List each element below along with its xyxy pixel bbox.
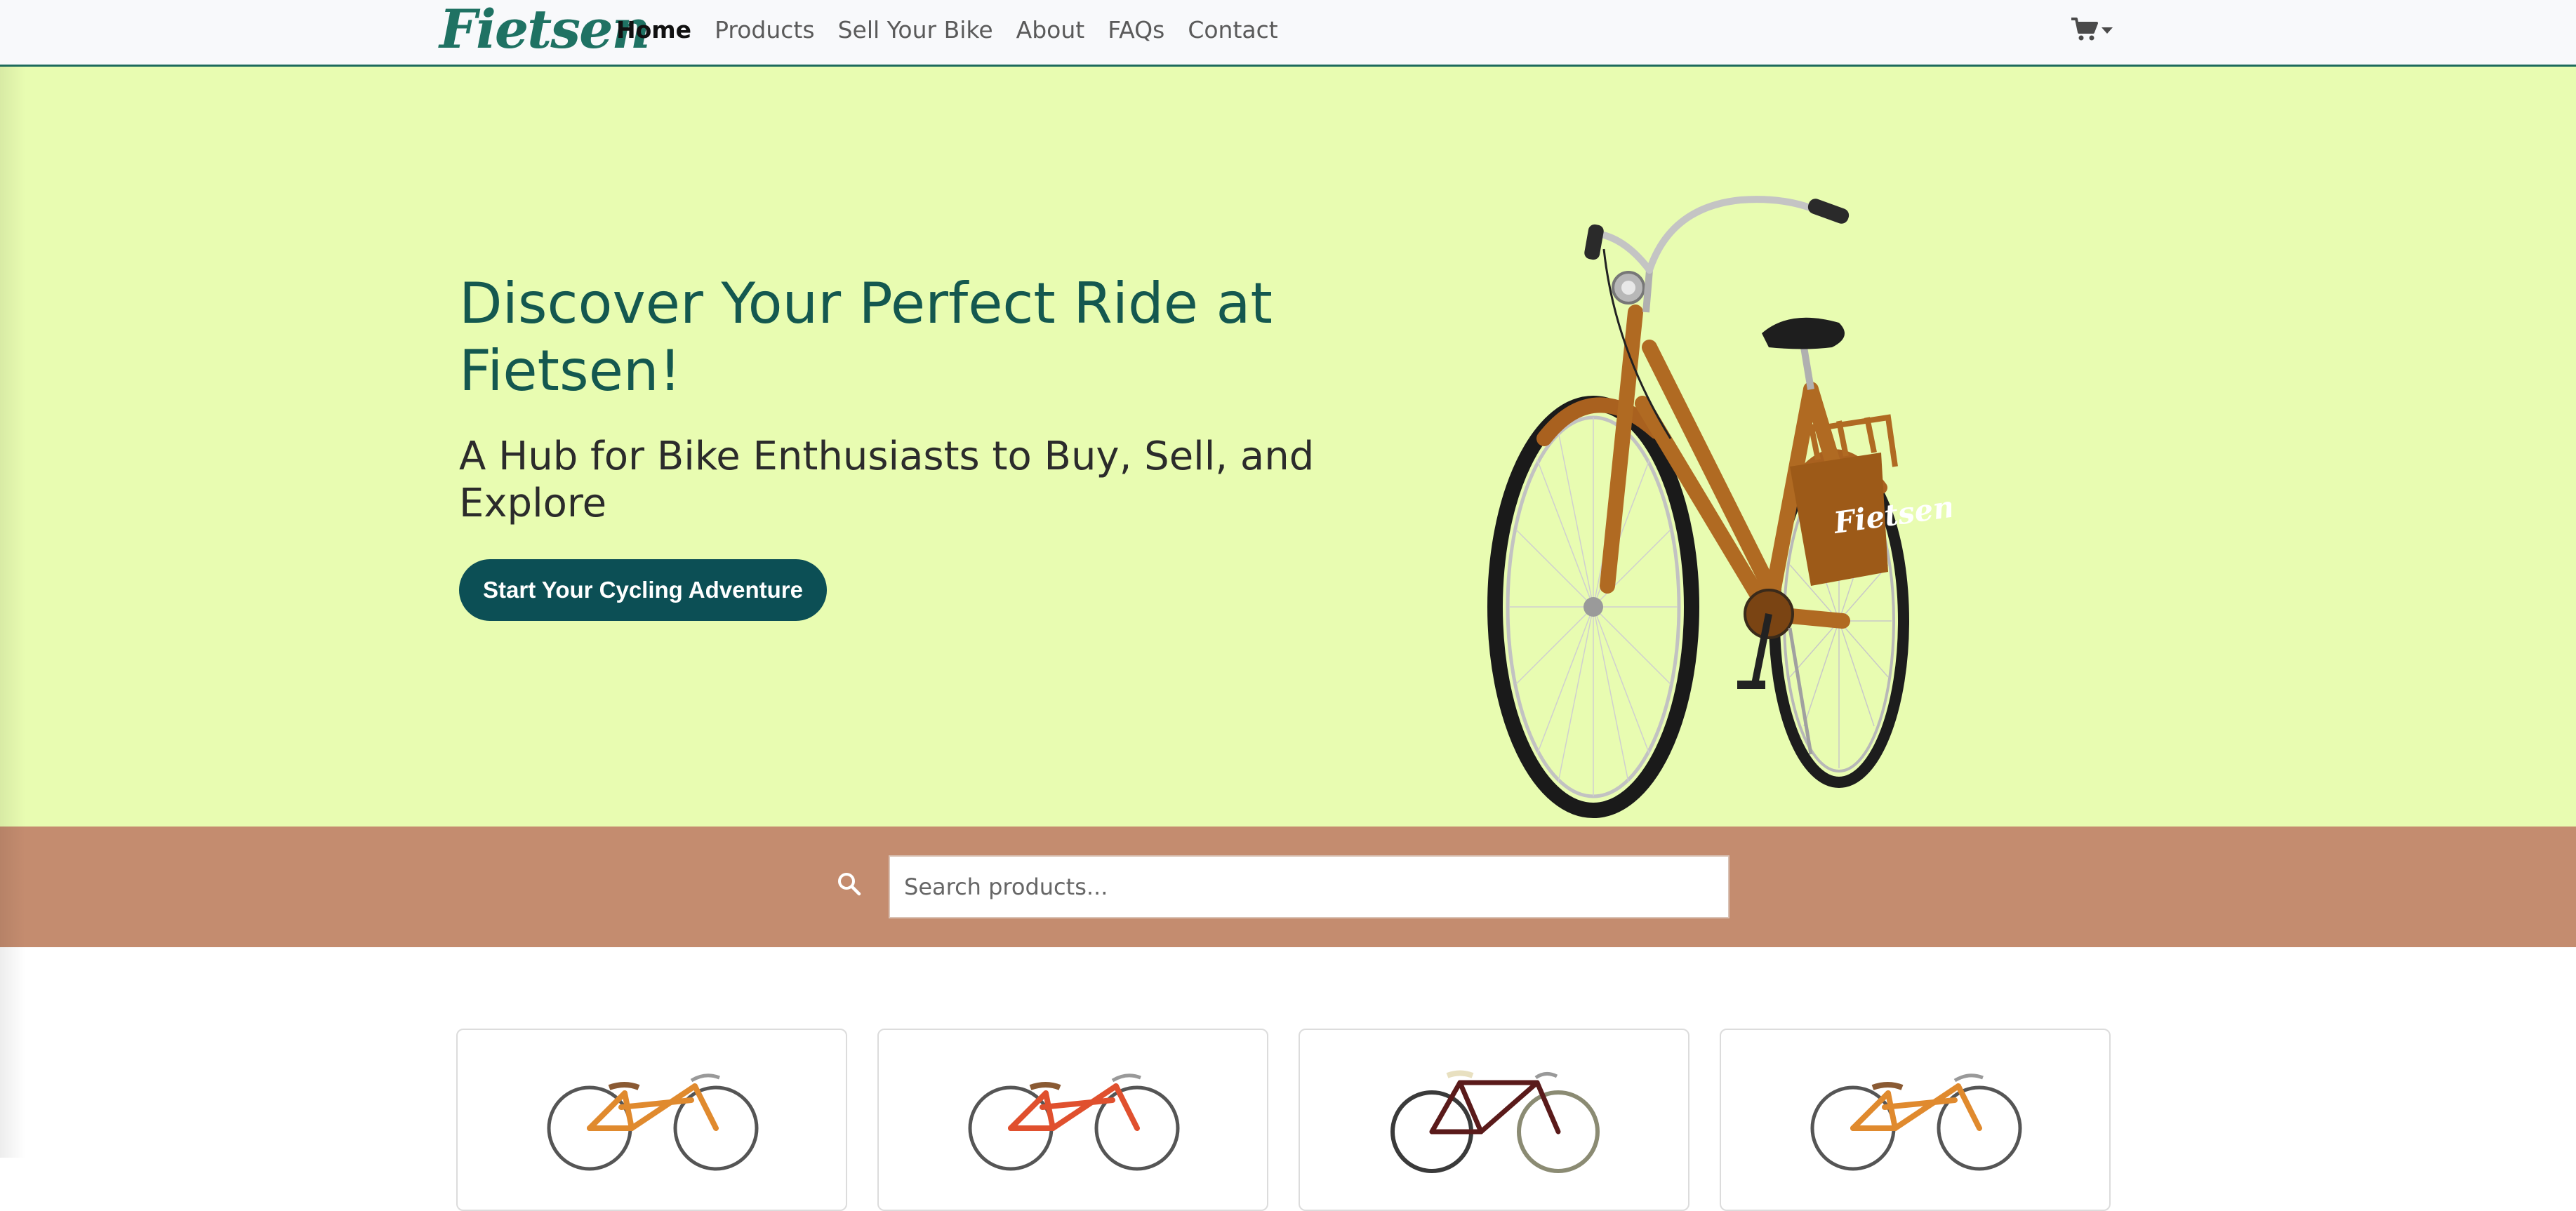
shopping-cart-icon xyxy=(2071,18,2098,41)
search-bar-section xyxy=(0,827,2576,947)
nav-link-about[interactable]: About xyxy=(1016,16,1085,44)
search-input[interactable] xyxy=(889,855,1729,918)
nav-link-products[interactable]: Products xyxy=(715,16,815,44)
hero-subtitle: A Hub for Bike Enthusiasts to Buy, Sell,… xyxy=(459,434,1315,526)
products-section xyxy=(0,947,2576,1211)
product-bike-image xyxy=(968,1073,1180,1171)
start-adventure-button[interactable]: Start Your Cycling Adventure xyxy=(459,559,827,621)
hero-section: Discover Your Perfect Ride at Fietsen! A… xyxy=(0,67,2576,827)
product-card[interactable] xyxy=(877,1029,1268,1211)
nav-link-sell-your-bike[interactable]: Sell Your Bike xyxy=(838,16,993,44)
product-card[interactable] xyxy=(456,1029,847,1211)
nav-links: Home Products Sell Your Bike About FAQs … xyxy=(616,0,1301,59)
cart-dropdown[interactable] xyxy=(2071,14,2113,45)
product-card[interactable] xyxy=(1299,1029,1689,1211)
search-icon xyxy=(838,873,861,896)
chevron-down-icon xyxy=(2102,27,2113,34)
product-bike-image xyxy=(1810,1073,2022,1171)
nav-link-contact[interactable]: Contact xyxy=(1188,16,1277,44)
product-bike-image xyxy=(547,1073,759,1171)
product-bike-image xyxy=(1390,1070,1600,1173)
product-card[interactable] xyxy=(1720,1029,2111,1211)
hero-title: Discover Your Perfect Ride at Fietsen! xyxy=(459,271,1273,403)
hero-bike-image: Fietsen xyxy=(1487,196,1951,818)
nav-link-home[interactable]: Home xyxy=(616,16,691,44)
nav-link-faqs[interactable]: FAQs xyxy=(1108,16,1164,44)
navbar: Fietsen Home Products Sell Your Bike Abo… xyxy=(0,0,2576,67)
